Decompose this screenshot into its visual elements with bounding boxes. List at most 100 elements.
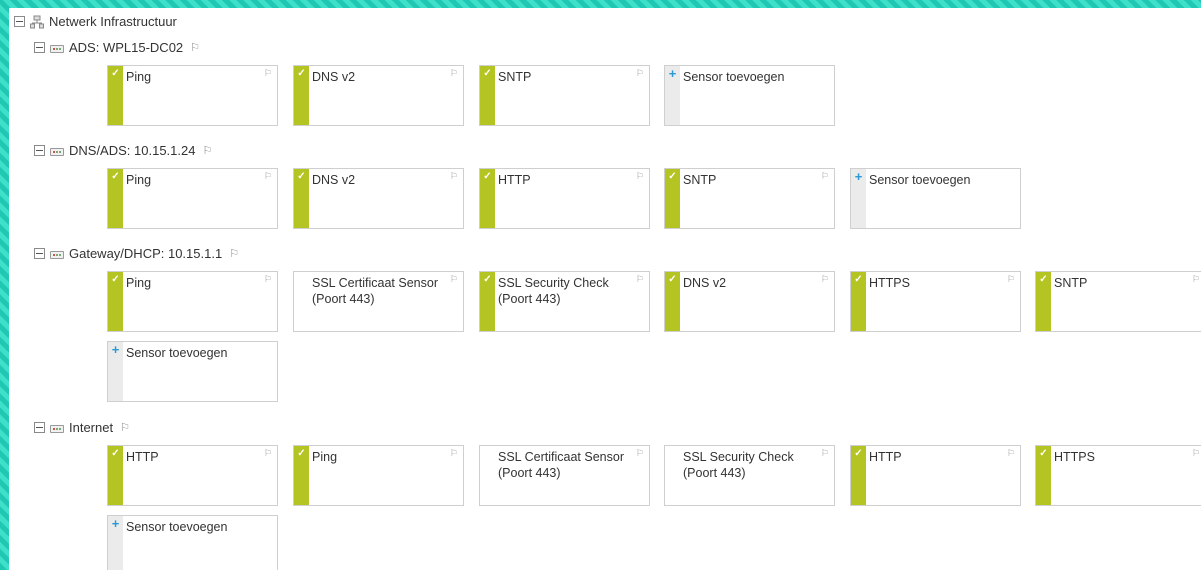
warning-icon: W [296, 274, 307, 285]
sensor-card[interactable]: W SSL Security Check (Poort 443) ⚐ [664, 445, 835, 506]
check-icon: ✓ [483, 274, 492, 285]
collapse-box-icon[interactable] [14, 16, 25, 27]
sensor-name: SNTP [498, 70, 532, 84]
collapse-box-icon[interactable] [34, 422, 45, 433]
add-sensor-button[interactable]: + Sensor toevoegen [850, 168, 1021, 229]
sensor-name: SSL Security Check (Poort 443) [683, 450, 794, 480]
check-icon: ✓ [668, 274, 677, 285]
collapse-box-icon[interactable] [34, 145, 45, 156]
flag-icon[interactable]: ⚐ [264, 274, 272, 285]
flag-icon[interactable]: ⚐ [264, 68, 272, 79]
device-row[interactable]: Gateway/DHCP: 10.15.1.1 ⚐ [34, 246, 239, 261]
sensor-name: SNTP [1054, 276, 1088, 290]
device-icon [50, 147, 64, 156]
sensor-card[interactable]: W SSL Certificaat Sensor (Poort 443) ⚐ [479, 445, 650, 506]
root-label[interactable]: Netwerk Infrastructuur [49, 14, 177, 29]
sensor-card[interactable]: ✓ DNS v2 ⚐ [293, 168, 464, 229]
plus-icon: + [111, 342, 120, 357]
sensor-card[interactable]: ✓ HTTPS ⚐ [850, 271, 1021, 332]
root-row[interactable]: Netwerk Infrastructuur [14, 14, 177, 29]
device-label[interactable]: ADS: WPL15-DC02 [69, 40, 183, 55]
device-label[interactable]: Gateway/DHCP: 10.15.1.1 [69, 246, 222, 261]
flag-icon[interactable]: ⚐ [821, 171, 829, 182]
sensor-card[interactable]: ✓ Ping ⚐ [107, 271, 278, 332]
plus-icon: + [668, 66, 677, 81]
sensor-card[interactable]: W SSL Certificaat Sensor (Poort 443) ⚐ [293, 271, 464, 332]
check-icon: ✓ [483, 68, 492, 79]
flag-icon[interactable]: ⚐ [1192, 274, 1200, 285]
sensor-card[interactable]: ✓ SSL Security Check (Poort 443) ⚐ [479, 271, 650, 332]
network-icon [30, 15, 44, 28]
sensor-name: SSL Certificaat Sensor (Poort 443) [498, 450, 624, 480]
device-row[interactable]: DNS/ADS: 10.15.1.24 ⚐ [34, 143, 212, 158]
flag-icon[interactable]: ⚐ [229, 247, 239, 260]
flag-icon[interactable]: ⚐ [450, 448, 458, 459]
flag-icon[interactable]: ⚐ [450, 171, 458, 182]
flag-icon[interactable]: ⚐ [120, 421, 130, 434]
flag-icon[interactable]: ⚐ [450, 68, 458, 79]
sensor-name: Sensor toevoegen [126, 520, 228, 534]
check-icon: ✓ [483, 171, 492, 182]
sensor-name: Ping [126, 173, 152, 187]
add-sensor-button[interactable]: + Sensor toevoegen [107, 515, 278, 570]
plus-icon: + [111, 516, 120, 531]
check-icon: ✓ [1039, 274, 1048, 285]
sensor-name: Ping [312, 450, 338, 464]
sensor-card[interactable]: ✓ SNTP ⚐ [1035, 271, 1201, 332]
check-icon: ✓ [297, 68, 306, 79]
device-row[interactable]: Internet ⚐ [34, 420, 130, 435]
add-sensor-button[interactable]: + Sensor toevoegen [664, 65, 835, 126]
flag-icon[interactable]: ⚐ [1192, 448, 1200, 459]
sensor-card[interactable]: ✓ Ping ⚐ [107, 65, 278, 126]
flag-icon[interactable]: ⚐ [264, 448, 272, 459]
sensor-tree-panel: Netwerk Infrastructuur ADS: WPL15-DC02 ⚐ ✓… [9, 8, 1201, 570]
sensor-name: SNTP [683, 173, 717, 187]
sensor-card[interactable]: ✓ SNTP ⚐ [664, 168, 835, 229]
warning-icon: W [482, 448, 493, 459]
check-icon: ✓ [111, 68, 120, 79]
check-icon: ✓ [111, 274, 120, 285]
flag-icon[interactable]: ⚐ [636, 274, 644, 285]
flag-icon[interactable]: ⚐ [264, 171, 272, 182]
flag-icon[interactable]: ⚐ [1007, 274, 1015, 285]
sensor-card[interactable]: ✓ HTTP ⚐ [107, 445, 278, 506]
sensor-card[interactable]: ✓ HTTP ⚐ [850, 445, 1021, 506]
sensor-card[interactable]: ✓ HTTP ⚐ [479, 168, 650, 229]
sensor-name: DNS v2 [312, 173, 356, 187]
flag-icon[interactable]: ⚐ [636, 448, 644, 459]
device-label[interactable]: DNS/ADS: 10.15.1.24 [69, 143, 195, 158]
flag-icon[interactable]: ⚐ [636, 68, 644, 79]
sensor-name: HTTPS [869, 276, 910, 290]
sensor-name: DNS v2 [312, 70, 356, 84]
device-label[interactable]: Internet [69, 420, 113, 435]
sensor-name: DNS v2 [683, 276, 727, 290]
check-icon: ✓ [111, 171, 120, 182]
sensor-card[interactable]: ✓ HTTPS ⚐ [1035, 445, 1201, 506]
collapse-box-icon[interactable] [34, 42, 45, 53]
sensor-name: Ping [126, 70, 152, 84]
flag-icon[interactable]: ⚐ [202, 144, 212, 157]
device-icon [50, 250, 64, 259]
sensor-card[interactable]: ✓ DNS v2 ⚐ [293, 65, 464, 126]
device-row[interactable]: ADS: WPL15-DC02 ⚐ [34, 40, 200, 55]
sensor-card[interactable]: ✓ Ping ⚐ [107, 168, 278, 229]
sensor-name: HTTP [869, 450, 902, 464]
sensor-name: HTTP [498, 173, 531, 187]
flag-icon[interactable]: ⚐ [821, 274, 829, 285]
sensor-name: Ping [126, 276, 152, 290]
sensor-name: Sensor toevoegen [869, 173, 971, 187]
sensor-name: SSL Certificaat Sensor (Poort 443) [312, 276, 438, 306]
flag-icon[interactable]: ⚐ [1007, 448, 1015, 459]
sensor-name: HTTP [126, 450, 159, 464]
sensor-card[interactable]: ✓ DNS v2 ⚐ [664, 271, 835, 332]
add-sensor-button[interactable]: + Sensor toevoegen [107, 341, 278, 402]
collapse-box-icon[interactable] [34, 248, 45, 259]
flag-icon[interactable]: ⚐ [190, 41, 200, 54]
flag-icon[interactable]: ⚐ [450, 274, 458, 285]
sensor-card[interactable]: ✓ Ping ⚐ [293, 445, 464, 506]
sensor-card[interactable]: ✓ SNTP ⚐ [479, 65, 650, 126]
check-icon: ✓ [854, 274, 863, 285]
device-icon [50, 44, 64, 53]
flag-icon[interactable]: ⚐ [636, 171, 644, 182]
flag-icon[interactable]: ⚐ [821, 448, 829, 459]
